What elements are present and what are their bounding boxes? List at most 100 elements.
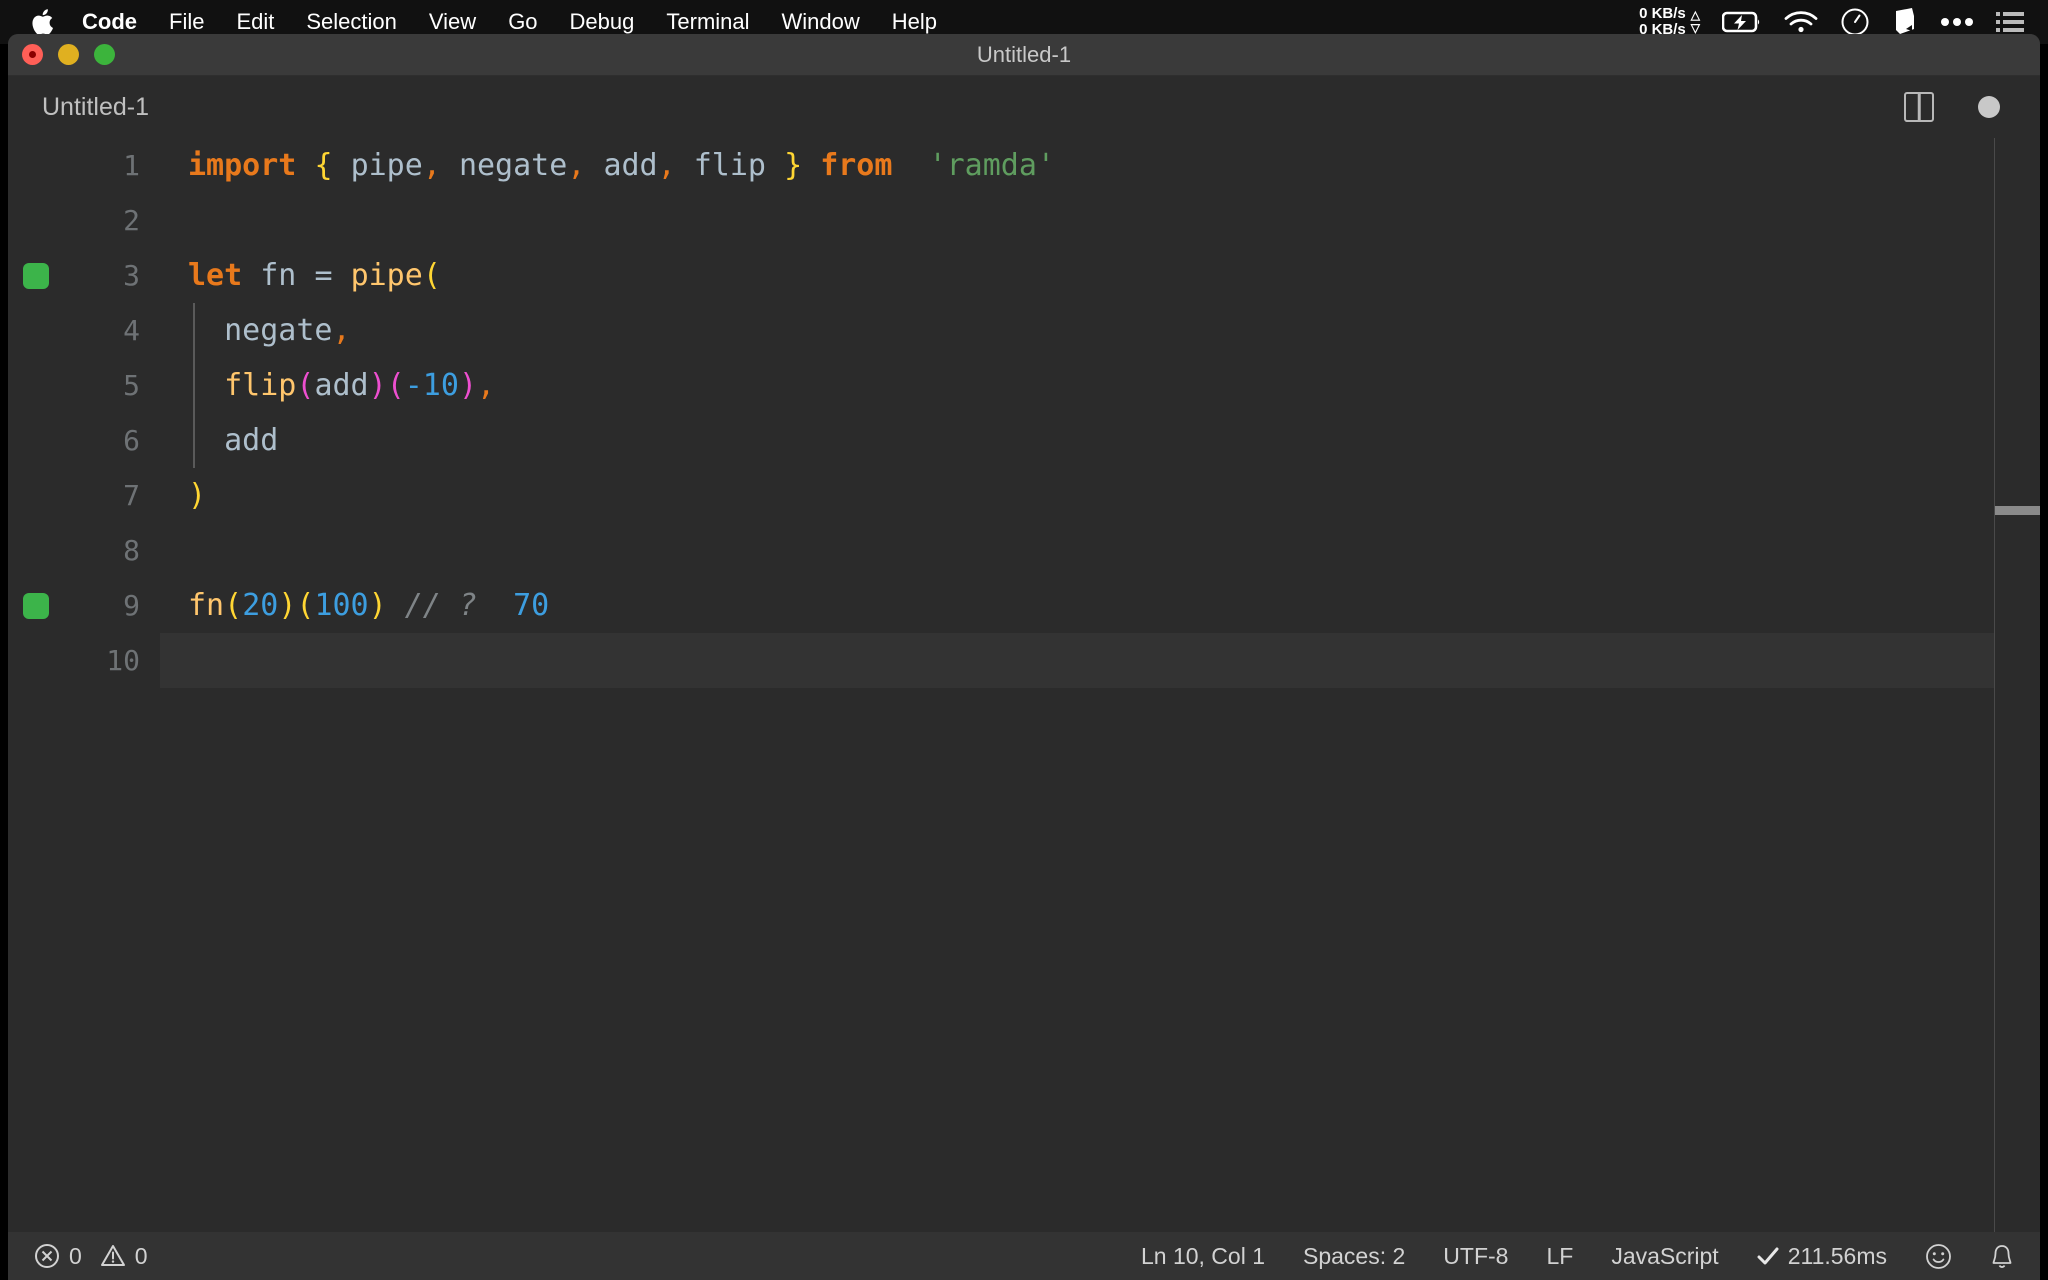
eol-setting[interactable]: LF (1527, 1232, 1592, 1280)
breakpoint-gutter[interactable] (8, 578, 64, 633)
code-token: 'ramda' (928, 148, 1055, 183)
code-token: fn (260, 258, 297, 293)
window-title: Untitled-1 (976, 41, 1072, 67)
code-line[interactable]: 9 fn(20)(100) // ? 70 (8, 578, 2040, 633)
breakpoint-gutter[interactable] (8, 523, 64, 578)
code-text[interactable]: add (160, 413, 2040, 468)
code-token: // ? (404, 588, 477, 623)
code-token: import (188, 148, 297, 183)
code-editor[interactable]: 1 import { pipe, negate, add, flip } from… (8, 138, 2040, 1232)
line-number: 1 (123, 149, 140, 182)
code-token: negate (224, 313, 333, 348)
line-number: 6 (123, 424, 140, 457)
code-token: flip (224, 368, 297, 403)
wifi-icon[interactable] (1784, 10, 1818, 34)
code-token: , (477, 368, 496, 403)
code-token: add (224, 423, 279, 458)
code-line[interactable]: 5 flip(add)(-10), (8, 358, 2040, 413)
split-editor-icon[interactable] (1904, 92, 1934, 122)
smiley-icon (1925, 1243, 1952, 1270)
vscode-window: Untitled-1 Untitled-1 1 import { pipe, ne… (8, 34, 2040, 1280)
breakpoint-gutter[interactable] (8, 193, 64, 248)
code-line[interactable]: 3 let fn = pipe( (8, 248, 2040, 303)
breakpoint-gutter[interactable] (8, 413, 64, 468)
encoding-setting[interactable]: UTF-8 (1424, 1232, 1527, 1280)
control-center-list-icon[interactable] (1996, 11, 2024, 33)
code-token: fn (188, 588, 225, 623)
code-text[interactable]: fn(20)(100) // ? 70 (160, 578, 2040, 633)
breakpoint-gutter[interactable] (8, 468, 64, 523)
code-token: = (314, 258, 333, 293)
code-text[interactable] (160, 523, 2040, 578)
status-bar: 0 0 Ln 10, Col 1 Spaces: 2 UTF-8 LF Java… (8, 1232, 2040, 1280)
ellipsis-icon[interactable] (1940, 17, 1974, 27)
bell-icon (1990, 1243, 2014, 1270)
code-token: ( (386, 368, 405, 403)
code-text[interactable]: ) (160, 468, 2040, 523)
code-token: , (567, 148, 586, 183)
maximize-button[interactable] (94, 44, 115, 65)
line-number: 8 (123, 534, 140, 567)
code-line[interactable]: 10 (8, 633, 2040, 688)
code-token: ( (422, 258, 441, 293)
tab-untitled-1[interactable]: Untitled-1 (8, 76, 175, 138)
code-token: ( (296, 588, 315, 623)
code-token: ( (296, 368, 315, 403)
minimize-button[interactable] (58, 44, 79, 65)
quokka-run-time[interactable]: 211.56ms (1738, 1232, 1906, 1280)
breakpoint-marker[interactable] (23, 262, 49, 289)
language-mode[interactable]: JavaScript (1592, 1232, 1737, 1280)
code-text[interactable] (160, 193, 2040, 248)
code-line[interactable]: 1 import { pipe, negate, add, flip } from… (8, 138, 2040, 193)
code-text[interactable]: import { pipe, negate, add, flip } from … (160, 138, 2040, 193)
code-line[interactable]: 2 (8, 193, 2040, 248)
code-token: add (603, 148, 658, 183)
window-titlebar: Untitled-1 (8, 34, 2040, 76)
code-line[interactable]: 6 add (8, 413, 2040, 468)
tabbar-actions (1904, 92, 2040, 122)
dropbox-icon[interactable] (1892, 7, 1918, 37)
overview-ruler[interactable] (1994, 138, 2040, 1232)
breakpoint-marker[interactable] (23, 592, 49, 619)
problems-indicator[interactable]: 0 0 (34, 1232, 167, 1280)
breakpoint-gutter[interactable] (8, 138, 64, 193)
code-text[interactable]: negate, (160, 303, 2040, 358)
code-token: negate (458, 148, 568, 183)
code-token: ( (224, 588, 243, 623)
code-line[interactable]: 8 (8, 523, 2040, 578)
code-token: ) (368, 368, 387, 403)
code-line[interactable]: 4 negate, (8, 303, 2040, 358)
line-number: 3 (123, 259, 140, 292)
code-token: pipe (350, 148, 423, 183)
code-token: add (314, 368, 369, 403)
code-line[interactable]: 7) (8, 468, 2040, 523)
breakpoint-gutter[interactable] (8, 303, 64, 358)
breakpoint-gutter[interactable] (8, 633, 64, 688)
breakpoint-gutter[interactable] (8, 358, 64, 413)
status-bar-left: 0 0 (8, 1232, 167, 1280)
indentation-setting[interactable]: Spaces: 2 (1284, 1232, 1424, 1280)
line-number: 9 (123, 589, 140, 622)
code-token: { (314, 148, 333, 183)
line-number: 2 (123, 204, 140, 237)
close-button[interactable] (22, 44, 43, 65)
unsaved-changes-dot[interactable] (1978, 96, 2000, 118)
battery-charging-icon[interactable] (1722, 10, 1762, 34)
indent-guide (193, 303, 195, 468)
code-token: ) (458, 368, 477, 403)
code-text[interactable]: flip(add)(-10), (160, 358, 2040, 413)
clock-icon[interactable] (1840, 7, 1870, 37)
notifications-button[interactable] (1971, 1243, 2014, 1270)
code-text[interactable] (160, 633, 2040, 688)
cursor-position[interactable]: Ln 10, Col 1 (1122, 1232, 1284, 1280)
code-token: from (820, 148, 893, 183)
code-text[interactable]: let fn = pipe( (160, 248, 2040, 303)
breakpoint-gutter[interactable] (8, 248, 64, 303)
feedback-button[interactable] (1906, 1243, 1971, 1270)
